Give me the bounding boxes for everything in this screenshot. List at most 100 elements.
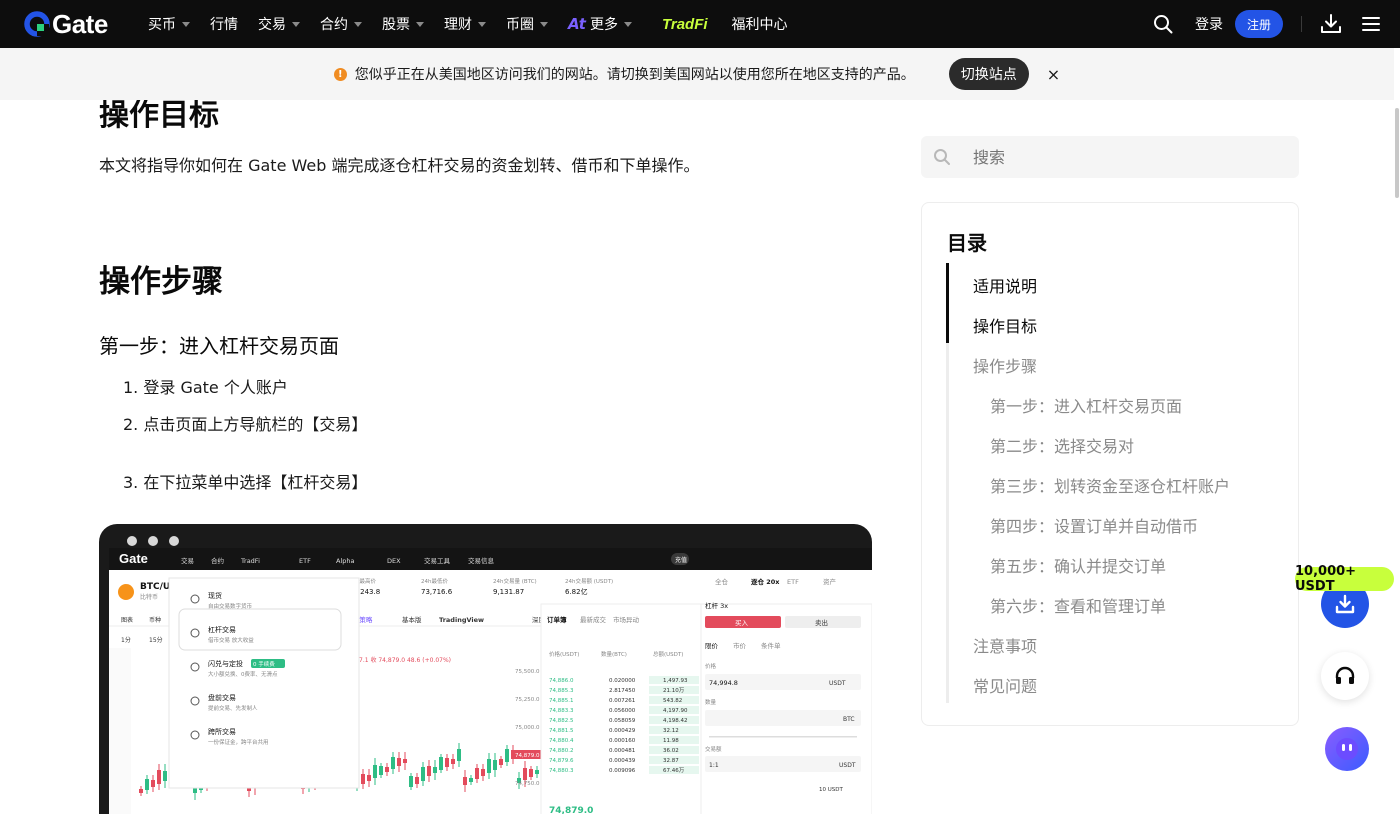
shot-ob-tab: 最新成交 xyxy=(580,615,607,624)
shot-ob-total: 1,497.93 xyxy=(663,678,688,684)
candle-body xyxy=(409,776,413,787)
nav-item-3[interactable]: 合约 xyxy=(320,0,362,48)
shot-stat-label: 24h交易量 (BTC) xyxy=(493,577,537,585)
sidebar-search[interactable] xyxy=(921,136,1299,178)
shot-menu-sub: 提前交易、先发制人 xyxy=(208,704,258,712)
promo-badge[interactable]: 10,000+ USDT xyxy=(1295,564,1394,594)
search-icon[interactable] xyxy=(1153,14,1173,34)
shot-ob-qty: 0.000429 xyxy=(609,728,636,734)
nav-item-label: 币圈 xyxy=(506,17,534,33)
candle-body xyxy=(499,759,503,765)
nav-item-0[interactable]: 买币 xyxy=(148,0,190,48)
toc-item[interactable]: 操作目标 xyxy=(973,313,1037,337)
nav-item-9[interactable]: 福利中心 xyxy=(732,0,788,48)
shot-trade-tab: 资产 xyxy=(823,577,837,586)
shot-ob-qty: 0.056000 xyxy=(609,708,636,714)
customer-support-button[interactable] xyxy=(1321,652,1369,700)
shot-nav-item: 交易信息 xyxy=(468,556,495,565)
candle-body xyxy=(481,769,485,776)
nav-item-1[interactable]: 行情 xyxy=(210,0,238,48)
svg-text:15分: 15分 xyxy=(149,636,163,644)
candle-body xyxy=(373,765,377,778)
toc-item[interactable]: 第四步：设置订单并自动借币 xyxy=(990,513,1198,537)
candle-body xyxy=(535,770,539,774)
ai-icon: At xyxy=(568,15,586,33)
toc-item[interactable]: 第二步：选择交易对 xyxy=(990,433,1134,457)
nav-item-7[interactable]: At 更多 xyxy=(568,0,632,48)
shot-axis-price: 75,250.0 xyxy=(515,697,540,703)
shot-ob-qty: 2.817450 xyxy=(609,688,636,694)
shot-menu-badge-text: 0 手续费 xyxy=(253,660,275,668)
shot-menu-title: 盘前交易 xyxy=(208,693,236,702)
step-item: 2. 点击页面上方导航栏的【交易】 xyxy=(123,415,368,434)
nav-item-8[interactable]: TradFi xyxy=(662,0,708,48)
shot-menu-title: 杠杆交易 xyxy=(208,625,236,634)
shot-ratio: 1:1 xyxy=(709,762,719,769)
login-link[interactable]: 登录 xyxy=(1195,14,1223,34)
candle-body xyxy=(433,767,437,773)
candle-body xyxy=(475,768,479,779)
shot-ob-total: 4,197.90 xyxy=(663,708,688,714)
shot-ob-qty: 0.000481 xyxy=(609,748,635,754)
candle-body xyxy=(445,758,449,767)
ai-assistant-button[interactable] xyxy=(1325,727,1369,771)
nav-item-6[interactable]: 币圈 xyxy=(506,0,548,48)
gate-logo[interactable]: Gate xyxy=(24,11,108,37)
shot-ob-qty: 0.009096 xyxy=(609,768,636,774)
section-heading-steps: 操作步骤 xyxy=(99,264,223,300)
shot-ob-total: 32.12 xyxy=(663,728,679,734)
nav-item-2[interactable]: 交易 xyxy=(258,0,300,48)
nav-item-label: 买币 xyxy=(148,17,176,33)
toc-item[interactable]: 常见问题 xyxy=(973,673,1037,697)
shot-chart-tab: TradingView xyxy=(439,616,484,624)
candle-body xyxy=(427,766,431,776)
shot-ob-total: 21.10万 xyxy=(663,687,685,694)
search-icon xyxy=(934,149,950,165)
search-input[interactable] xyxy=(973,147,1273,167)
shot-total-label: 交易额 xyxy=(705,745,722,753)
shot-order-tab: 限价 xyxy=(705,641,719,650)
nav-item-5[interactable]: 理财 xyxy=(444,0,486,48)
shot-nav-item: DEX xyxy=(387,557,401,565)
candle-body xyxy=(145,779,149,790)
candle-body xyxy=(415,777,419,784)
candle-body xyxy=(139,789,143,793)
shot-avail: 10 USDT xyxy=(819,787,843,793)
scrollbar-thumb[interactable] xyxy=(1395,108,1399,198)
shot-sell-label: 卖出 xyxy=(815,618,828,627)
svg-text:1分: 1分 xyxy=(121,636,131,644)
shot-ob-price: 74,883.3 xyxy=(549,708,574,714)
toc-item[interactable]: 注意事项 xyxy=(973,633,1037,657)
toc-item[interactable]: 第六步：查看和管理订单 xyxy=(990,593,1166,617)
toc-item[interactable]: 第一步：进入杠杆交易页面 xyxy=(990,393,1182,417)
shot-ob-head: 数量(BTC) xyxy=(601,650,627,658)
warning-icon: ! xyxy=(333,67,347,81)
shot-trade-tab: 全仓 xyxy=(715,577,729,586)
shot-ob-price: 74,879.6 xyxy=(549,758,574,764)
shot-nav-item: Alpha xyxy=(336,557,354,565)
download-icon[interactable] xyxy=(1320,13,1342,35)
shot-ob-price: 74,880.2 xyxy=(549,748,574,754)
shot-ob-price: 74,882.5 xyxy=(549,718,574,724)
nav-item-4[interactable]: 股票 xyxy=(382,0,424,48)
shot-ob-last: 74,879.0 xyxy=(549,806,593,814)
shot-total-unit: USDT xyxy=(839,762,856,769)
logo-text: Gate xyxy=(52,9,108,39)
step-item: 3. 在下拉菜单中选择【杠杆交易】 xyxy=(123,473,368,492)
register-button[interactable]: 注册 xyxy=(1234,10,1283,38)
hamburger-menu-icon[interactable] xyxy=(1362,16,1380,32)
switch-site-button[interactable]: 切换站点 xyxy=(948,58,1029,90)
toc-item[interactable]: 第三步：划转资金至逐仓杠杆账户 xyxy=(990,473,1230,497)
gate-logo-icon xyxy=(24,11,50,37)
toc-item[interactable]: 第五步：确认并提交订单 xyxy=(990,553,1166,577)
close-icon[interactable]: × xyxy=(1047,65,1060,84)
nav-item-label: 理财 xyxy=(444,17,472,33)
shot-ob-head: 价格(USDT) xyxy=(549,650,579,658)
toc-item[interactable]: 操作步骤 xyxy=(973,353,1037,377)
section-heading-goal: 操作目标 xyxy=(99,98,219,133)
shot-price-label: 价格 xyxy=(705,662,717,670)
page-scrollbar[interactable] xyxy=(1394,48,1400,800)
shot-ob-price: 74,885.3 xyxy=(549,688,574,694)
toc-item[interactable]: 适用说明 xyxy=(973,273,1037,297)
banner-text: 您似乎正在从美国地区访问我们的网站。请切换到美国网站以使用您所在地区支持的产品。 xyxy=(354,67,915,83)
